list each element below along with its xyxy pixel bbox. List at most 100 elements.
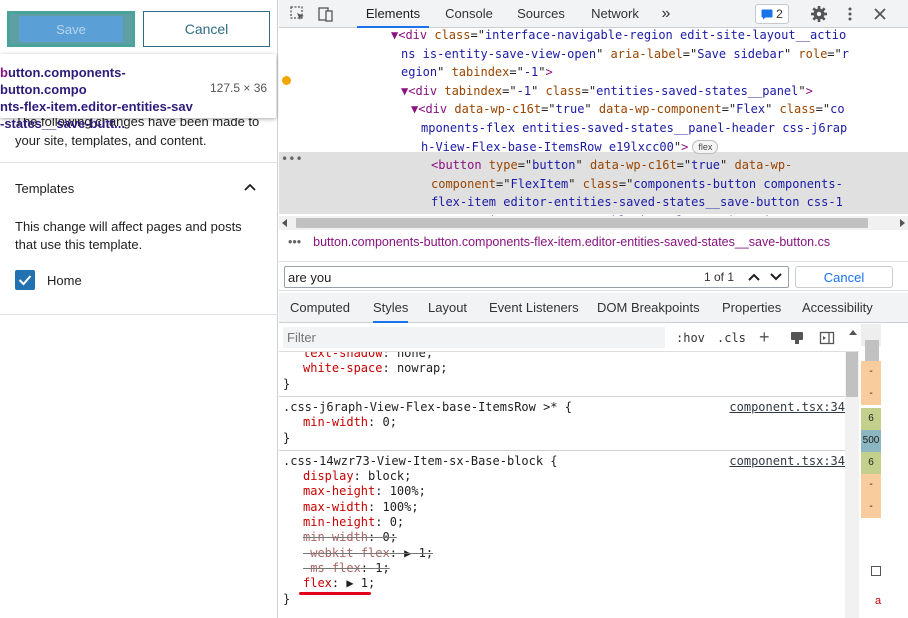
css-selector[interactable]: .css-j6raph-View-Flex-base-ItemsRow >* {…	[283, 400, 845, 414]
filter-input[interactable]	[283, 327, 665, 348]
subtab-dom-breakpoints[interactable]: DOM Breakpoints	[597, 293, 700, 323]
source-link[interactable]: component.tsx:34	[729, 454, 845, 468]
tab-elements[interactable]: Elements	[357, 0, 429, 28]
checkbox-partial[interactable]	[871, 566, 881, 576]
property-value[interactable]: block;	[368, 469, 411, 483]
css-declaration[interactable]: max-width: 100%;	[303, 500, 845, 514]
dom-node-line[interactable]: h-View-Flex-base-ItemsRow e19lxcc00"> fle…	[421, 138, 719, 157]
subtab-accessibility[interactable]: Accessibility	[802, 293, 873, 323]
dom-node-line[interactable]: flex-item editor-entities-saved-states__…	[431, 193, 843, 212]
box-model-value[interactable]: -	[861, 361, 881, 383]
hov-toggle[interactable]: :hov	[676, 331, 705, 345]
tab-console[interactable]: Console	[437, 0, 501, 28]
property-value[interactable]: ▶ 1;	[404, 546, 433, 560]
property-value[interactable]: 0;	[390, 515, 404, 529]
box-model-value[interactable]: -	[861, 474, 881, 496]
box-model-value[interactable]: 6	[861, 452, 881, 474]
css-declaration[interactable]: -webkit-flex: ▶ 1;	[303, 546, 845, 560]
kebab-menu-icon[interactable]	[841, 5, 859, 23]
elements-horizontal-scrollbar[interactable]	[279, 216, 908, 230]
scroll-right-icon[interactable]	[900, 219, 905, 227]
cancel-button[interactable]: Cancel	[143, 11, 270, 47]
subtab-layout[interactable]: Layout	[428, 293, 467, 323]
scrollbar-thumb[interactable]	[846, 352, 858, 397]
css-declaration[interactable]: flex: ▶ 1;	[303, 576, 845, 590]
flex-badge[interactable]: flex	[692, 140, 719, 155]
css-declaration[interactable]: max-height: 100%;	[303, 484, 845, 498]
css-declaration[interactable]: min-width: 0;	[303, 415, 845, 429]
breadcrumb-ellipsis-icon[interactable]: •••	[288, 235, 301, 249]
property-value[interactable]: 0;	[382, 530, 396, 544]
box-model-value[interactable]: 6	[861, 408, 881, 430]
inspect-element-icon[interactable]	[289, 5, 307, 23]
new-rule-icon[interactable]: +	[759, 327, 770, 348]
chevron-up-icon[interactable]	[243, 181, 257, 193]
issues-badge[interactable]: 2	[755, 4, 789, 24]
property-value[interactable]: none;	[397, 352, 433, 360]
close-icon[interactable]	[871, 5, 889, 23]
box-model-value[interactable]: 500	[861, 430, 881, 452]
css-declaration[interactable]: min-height: 0;	[303, 515, 845, 529]
save-button[interactable]: Save	[7, 11, 135, 47]
property-name[interactable]: max-height	[303, 484, 375, 498]
dom-node-line[interactable]: egion" tabindex="-1">	[401, 63, 553, 82]
gear-icon[interactable]	[810, 5, 828, 23]
dom-node-line[interactable]: component="FlexItem" class="components-b…	[431, 175, 843, 194]
property-value[interactable]: nowrap;	[397, 361, 448, 375]
search-next-button[interactable]	[767, 267, 785, 287]
subtab-properties[interactable]: Properties	[722, 293, 781, 323]
scroll-up-icon[interactable]	[849, 330, 857, 335]
dom-node-line[interactable]: <button type="button" data-wp-c16t="true…	[431, 156, 792, 175]
css-selector[interactable]: .css-14wzr73-View-Item-sx-Base-block {co…	[283, 454, 845, 468]
css-declaration[interactable]: white-space: nowrap;	[303, 361, 845, 375]
property-name[interactable]: max-width	[303, 500, 368, 514]
source-link[interactable]: component.tsx:34	[729, 400, 845, 414]
property-value[interactable]: ▶ 1;	[346, 576, 375, 590]
property-name[interactable]: display	[303, 469, 354, 483]
templates-title[interactable]: Templates	[15, 181, 74, 196]
subtab-computed[interactable]: Computed	[290, 293, 350, 323]
property-value[interactable]: 100%;	[390, 484, 426, 498]
cls-toggle[interactable]: .cls	[717, 331, 746, 345]
device-toolbar-icon[interactable]	[317, 5, 335, 23]
styles-vertical-scrollbar[interactable]	[845, 352, 859, 618]
tab-sources[interactable]: Sources	[511, 0, 571, 28]
scrollbar-thumb[interactable]	[296, 218, 868, 228]
property-name[interactable]: min-width	[303, 530, 368, 544]
property-value[interactable]: 1;	[375, 561, 389, 575]
scroll-left-icon[interactable]	[282, 219, 287, 227]
breadcrumb[interactable]: ••• button.components-button.components-f…	[279, 235, 908, 257]
property-name[interactable]: min-height	[303, 515, 375, 529]
css-declaration[interactable]: min-width: 0;	[303, 530, 845, 544]
property-name[interactable]: text-shadow	[303, 352, 382, 360]
toggle-sidebar-icon[interactable]	[819, 330, 835, 346]
subtab-event-listeners[interactable]: Event Listeners	[489, 293, 579, 323]
property-name[interactable]: white-space	[303, 361, 382, 375]
dom-node-line[interactable]: ▼<div class="interface-navigable-region …	[391, 28, 846, 45]
color-palette-icon[interactable]	[789, 330, 805, 346]
breadcrumb-selector[interactable]: button.components-button.components-flex…	[313, 235, 830, 249]
property-name[interactable]: -webkit-flex	[303, 546, 390, 560]
property-value[interactable]: 100%;	[382, 500, 418, 514]
more-tabs-button[interactable]: »	[657, 0, 675, 28]
tab-network[interactable]: Network	[583, 0, 647, 28]
property-name[interactable]: -ms-flex	[303, 561, 361, 575]
home-checkbox[interactable]	[15, 270, 35, 290]
property-name[interactable]: flex	[303, 576, 332, 590]
css-declaration[interactable]: display: block;	[303, 469, 845, 483]
styles-pane[interactable]: text-shadow: none; white-space: nowrap;}.…	[279, 352, 845, 618]
dom-node-line[interactable]: mponents-flex entities-saved-states__pan…	[421, 119, 847, 138]
dom-node-line[interactable]: ▼<div tabindex="-1" class="entities-save…	[401, 82, 813, 101]
css-declaration[interactable]: -ms-flex: 1;	[303, 561, 845, 575]
property-value[interactable]: 0;	[382, 415, 396, 429]
box-model-value[interactable]: -	[861, 383, 881, 405]
search-prev-button[interactable]	[745, 267, 763, 287]
ellipsis-icon[interactable]: •••	[281, 150, 303, 169]
css-declaration[interactable]: text-shadow: none;	[303, 352, 845, 360]
dom-node-line[interactable]: ▼<div data-wp-c16t="true" data-wp-compon…	[411, 100, 845, 119]
property-name[interactable]: min-width	[303, 415, 368, 429]
subtab-styles[interactable]: Styles	[373, 293, 409, 323]
search-cancel-button[interactable]: Cancel	[795, 266, 893, 288]
box-model-value[interactable]: -	[861, 496, 881, 518]
elements-tree[interactable]: ▼<div class="interface-navigable-region …	[279, 28, 908, 216]
